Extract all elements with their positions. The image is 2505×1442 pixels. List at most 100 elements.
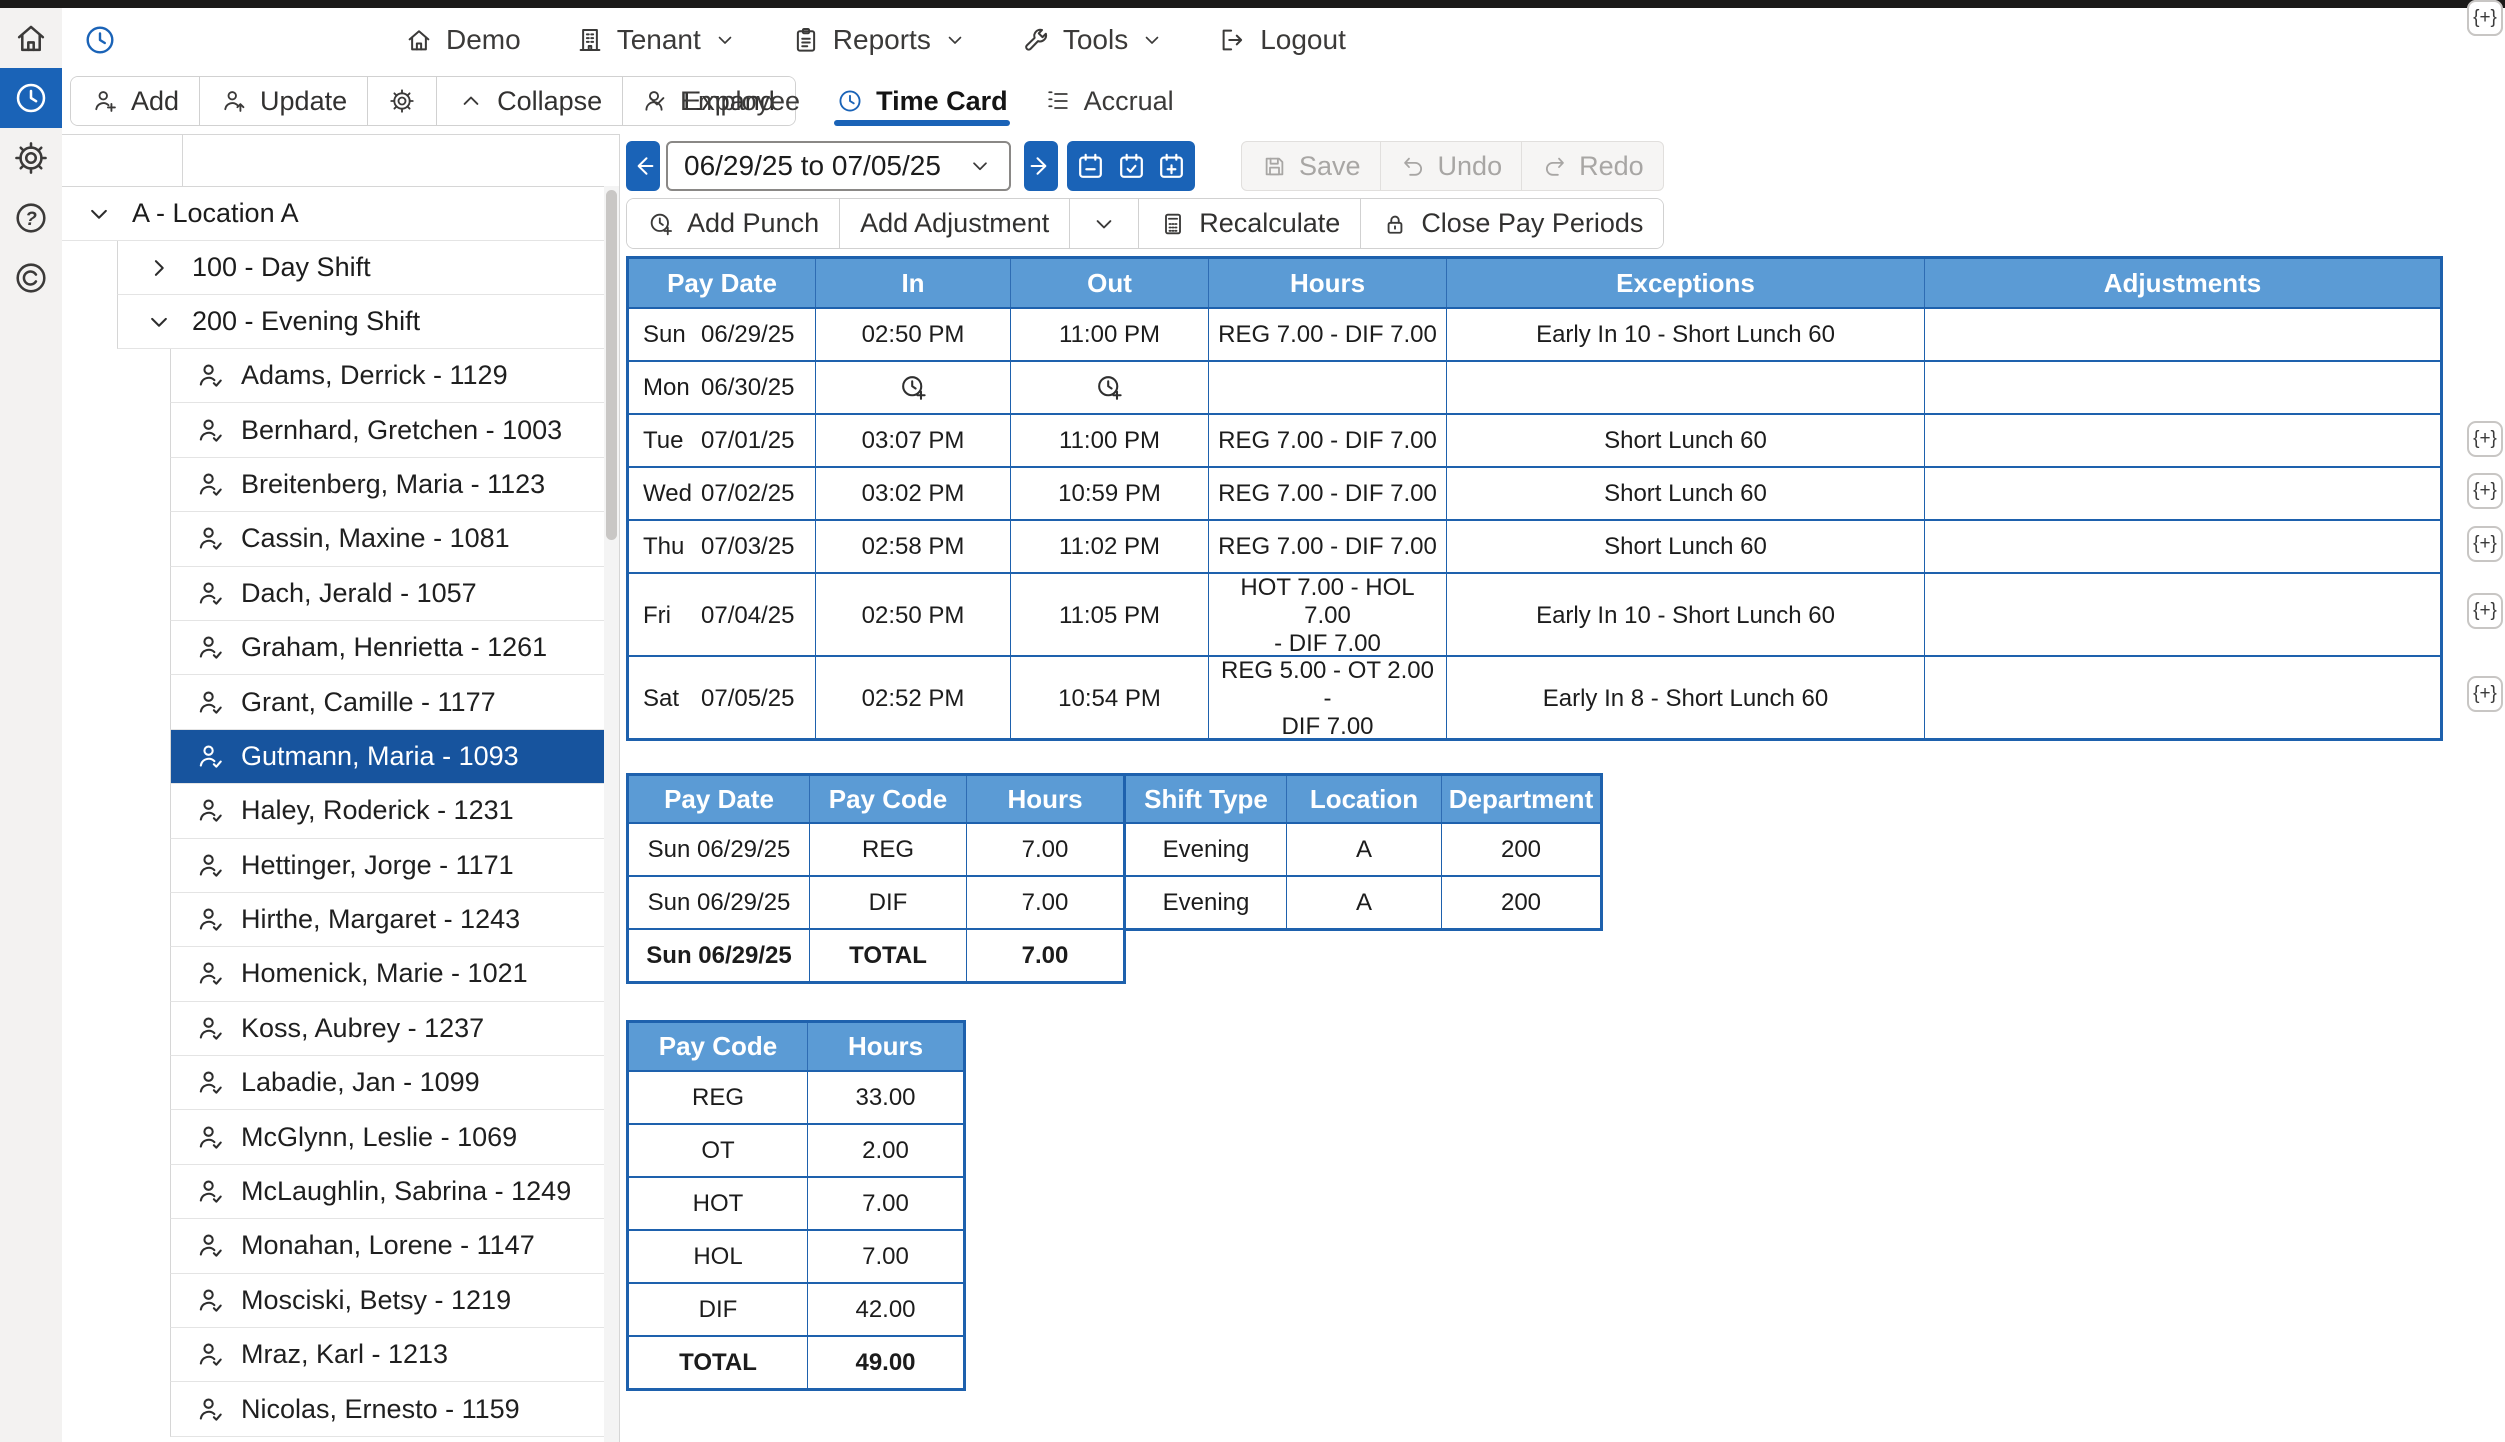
- table-row[interactable]: HOL 7.00: [629, 1229, 963, 1282]
- menu-item-logout[interactable]: Logout: [1218, 24, 1346, 56]
- employee-item[interactable]: Gutmann, Maria - 1093: [170, 730, 619, 784]
- table-row[interactable]: Tue07/01/25 03:07 PM 11:00 PM REG 7.00 -…: [629, 413, 2440, 466]
- in-cell[interactable]: 03:02 PM: [815, 468, 1010, 519]
- add-punch-out-icon[interactable]: [1094, 372, 1125, 403]
- next-period-button[interactable]: [1024, 141, 1058, 191]
- table-row[interactable]: Fri07/04/25 02:50 PM 11:05 PM HOT 7.00 -…: [629, 572, 2440, 655]
- employee-item[interactable]: Breitenberg, Maria - 1123: [170, 458, 619, 512]
- close-pay-periods-button[interactable]: Close Pay Periods: [1360, 199, 1663, 248]
- employee-item[interactable]: Graham, Henrietta - 1261: [170, 621, 619, 675]
- person-check-icon: [195, 469, 226, 500]
- rail-item-home[interactable]: [0, 8, 62, 68]
- table-row[interactable]: Sun 06/29/25 REG 7.00: [629, 822, 1123, 875]
- row-adjustment-button[interactable]: {+}: [2467, 0, 2503, 36]
- out-cell[interactable]: 11:00 PM: [1010, 415, 1208, 466]
- chevron-down-icon[interactable]: [144, 307, 174, 337]
- exceptions-cell: Short Lunch 60: [1446, 415, 1924, 466]
- row-adjustment-button[interactable]: {+}: [2467, 593, 2503, 629]
- add-adjustment-dropdown-button[interactable]: [1069, 199, 1138, 248]
- employee-item[interactable]: Koss, Aubrey - 1237: [170, 1002, 619, 1056]
- row-adjustment-button[interactable]: {+}: [2467, 473, 2503, 509]
- menu-item-tools[interactable]: Tools: [1021, 24, 1164, 56]
- update-button[interactable]: Update: [199, 77, 367, 125]
- employee-item[interactable]: Mraz, Karl - 1213: [170, 1328, 619, 1382]
- table-row[interactable]: Mon06/30/25: [629, 360, 2440, 413]
- row-adjustment-button[interactable]: {+}: [2467, 421, 2503, 457]
- table-row[interactable]: REG 33.00: [629, 1070, 963, 1123]
- undo-button[interactable]: Undo: [1380, 142, 1522, 190]
- table-row[interactable]: HOT 7.00: [629, 1176, 963, 1229]
- total-hours: 49.00: [807, 1337, 963, 1388]
- add-adjustment-button[interactable]: Add Adjustment: [839, 199, 1069, 248]
- chevron-right-icon[interactable]: [144, 253, 174, 283]
- table-row[interactable]: OT 2.00: [629, 1123, 963, 1176]
- tree-node-evening-shift[interactable]: 200 - Evening Shift: [117, 295, 619, 349]
- employee-item[interactable]: Mosciski, Betsy - 1219: [170, 1274, 619, 1328]
- calendar-minus-icon[interactable]: [1074, 150, 1107, 183]
- employee-item[interactable]: Homenick, Marie - 1021: [170, 947, 619, 1001]
- in-cell[interactable]: 02:50 PM: [815, 309, 1010, 360]
- rail-item-help[interactable]: ?: [0, 188, 62, 248]
- table-row[interactable]: Sun 06/29/25 DIF 7.00: [629, 875, 1123, 928]
- redo-button[interactable]: Redo: [1521, 142, 1663, 190]
- employee-item[interactable]: Monahan, Lorene - 1147: [170, 1219, 619, 1273]
- tab-employee[interactable]: Employee: [638, 76, 802, 126]
- add-punch-in-icon[interactable]: [898, 372, 929, 403]
- employee-item[interactable]: McGlynn, Leslie - 1069: [170, 1110, 619, 1164]
- add-punch-button[interactable]: Add Punch: [627, 199, 839, 248]
- out-cell[interactable]: 10:59 PM: [1010, 468, 1208, 519]
- calendar-check-icon[interactable]: [1115, 150, 1148, 183]
- recalculate-button[interactable]: Recalculate: [1138, 199, 1360, 248]
- employee-item[interactable]: Cassin, Maxine - 1081: [170, 512, 619, 566]
- in-cell[interactable]: 02:52 PM: [815, 657, 1010, 741]
- pay-period-dropdown[interactable]: 06/29/25 to 07/05/25: [666, 141, 1011, 191]
- pay-period-value: 06/29/25 to 07/05/25: [684, 150, 941, 182]
- rail-item-settings[interactable]: [0, 128, 62, 188]
- previous-period-button[interactable]: [626, 141, 660, 191]
- employee-item[interactable]: McLaughlin, Sabrina - 1249: [170, 1165, 619, 1219]
- table-row[interactable]: Evening A 200: [1126, 875, 1600, 928]
- table-row[interactable]: Sun06/29/25 02:50 PM 11:00 PM REG 7.00 -…: [629, 307, 2440, 360]
- tree-node-location-a[interactable]: A - Location A: [62, 187, 619, 241]
- employee-item[interactable]: Hettinger, Jorge - 1171: [170, 839, 619, 893]
- out-cell[interactable]: 11:02 PM: [1010, 521, 1208, 572]
- person-check-icon: [195, 741, 226, 772]
- employee-item[interactable]: Dach, Jerald - 1057: [170, 567, 619, 621]
- tab-time-card[interactable]: Time Card: [834, 76, 1010, 126]
- employee-item[interactable]: Labadie, Jan - 1099: [170, 1056, 619, 1110]
- menu-item-demo[interactable]: Demo: [404, 24, 521, 56]
- chevron-down-icon[interactable]: [84, 199, 114, 229]
- in-cell[interactable]: 03:07 PM: [815, 415, 1010, 466]
- calendar-plus-icon[interactable]: [1155, 150, 1188, 183]
- table-row[interactable]: Wed07/02/25 03:02 PM 10:59 PM REG 7.00 -…: [629, 466, 2440, 519]
- table-row[interactable]: Evening A 200: [1126, 822, 1600, 875]
- table-row[interactable]: DIF 42.00: [629, 1282, 963, 1335]
- employee-item[interactable]: Nicolas, Ernesto - 1159: [170, 1382, 619, 1436]
- scrollbar-thumb[interactable]: [606, 190, 617, 540]
- table-row[interactable]: Sat07/05/25 02:52 PM 10:54 PM REG 5.00 -…: [629, 655, 2440, 738]
- out-cell[interactable]: 10:54 PM: [1010, 657, 1208, 741]
- rail-item-timecard[interactable]: [0, 68, 62, 128]
- tree-settings-button[interactable]: [367, 77, 436, 125]
- tree-scrollbar[interactable]: [604, 186, 619, 1442]
- add-button[interactable]: Add: [71, 77, 199, 125]
- tab-accrual[interactable]: Accrual: [1042, 76, 1176, 126]
- menu-item-reports[interactable]: Reports: [791, 24, 967, 56]
- save-button[interactable]: Save: [1242, 142, 1380, 190]
- employee-item[interactable]: Hirthe, Margaret - 1243: [170, 893, 619, 947]
- out-cell[interactable]: 11:00 PM: [1010, 309, 1208, 360]
- employee-item[interactable]: Adams, Derrick - 1129: [170, 349, 619, 403]
- in-cell[interactable]: 02:50 PM: [815, 574, 1010, 658]
- out-cell[interactable]: 11:05 PM: [1010, 574, 1208, 658]
- tree-node-day-shift[interactable]: 100 - Day Shift: [117, 241, 619, 295]
- rail-item-about[interactable]: [0, 248, 62, 308]
- collapse-button[interactable]: Collapse: [436, 77, 622, 125]
- table-row[interactable]: Thu07/03/25 02:58 PM 11:02 PM REG 7.00 -…: [629, 519, 2440, 572]
- menu-item-tenant[interactable]: Tenant: [575, 24, 737, 56]
- employee-item[interactable]: Haley, Roderick - 1231: [170, 784, 619, 838]
- in-cell[interactable]: 02:58 PM: [815, 521, 1010, 572]
- employee-item[interactable]: Grant, Camille - 1177: [170, 675, 619, 729]
- row-adjustment-button[interactable]: {+}: [2467, 676, 2503, 712]
- employee-item[interactable]: Bernhard, Gretchen - 1003: [170, 403, 619, 457]
- row-adjustment-button[interactable]: {+}: [2467, 526, 2503, 562]
